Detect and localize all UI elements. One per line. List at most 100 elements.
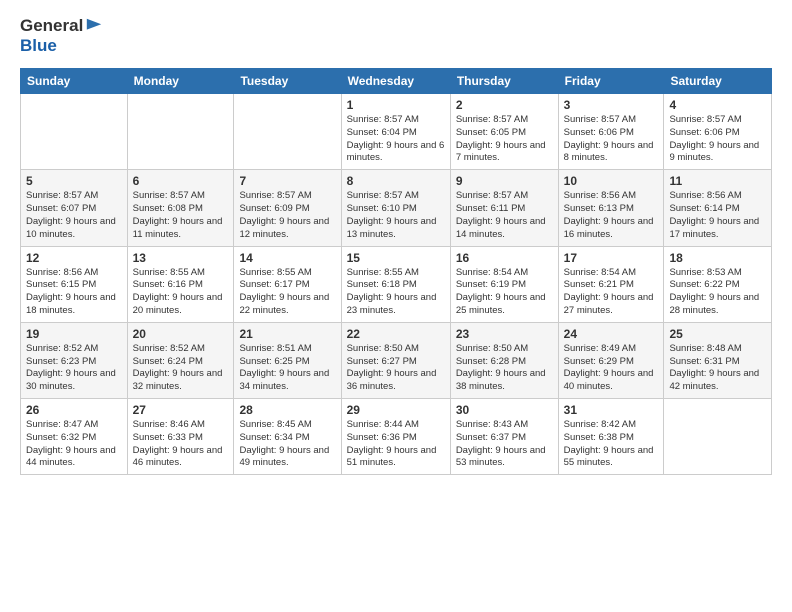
day-number: 4 [669, 98, 766, 112]
weekday-header: Sunday [21, 69, 128, 94]
day-info: Sunrise: 8:57 AM Sunset: 6:10 PM Dayligh… [347, 190, 445, 241]
day-number: 28 [239, 403, 335, 417]
calendar-cell: 13 Sunrise: 8:55 AM Sunset: 6:16 PM Dayli… [127, 246, 234, 322]
calendar-cell: 28 Sunrise: 8:45 AM Sunset: 6:34 PM Dayli… [234, 399, 341, 475]
calendar-cell: 16 Sunrise: 8:54 AM Sunset: 6:19 PM Dayli… [450, 246, 558, 322]
day-info: Sunrise: 8:47 AM Sunset: 6:32 PM Dayligh… [26, 419, 122, 470]
calendar-cell: 6 Sunrise: 8:57 AM Sunset: 6:08 PM Daylig… [127, 170, 234, 246]
day-number: 27 [133, 403, 229, 417]
calendar-cell: 4 Sunrise: 8:57 AM Sunset: 6:06 PM Daylig… [664, 94, 772, 170]
calendar-cell: 22 Sunrise: 8:50 AM Sunset: 6:27 PM Dayli… [341, 322, 450, 398]
day-info: Sunrise: 8:56 AM Sunset: 6:14 PM Dayligh… [669, 190, 766, 241]
day-number: 16 [456, 251, 553, 265]
day-info: Sunrise: 8:56 AM Sunset: 6:15 PM Dayligh… [26, 267, 122, 318]
calendar-cell: 20Sunrise: 8:52 AM Sunset: 6:24 PM Dayli… [127, 322, 234, 398]
day-number: 7 [239, 174, 335, 188]
calendar-cell [21, 94, 128, 170]
weekday-header: Saturday [664, 69, 772, 94]
calendar-cell: 17Sunrise: 8:54 AM Sunset: 6:21 PM Dayli… [558, 246, 664, 322]
day-number: 26 [26, 403, 122, 417]
day-number: 11 [669, 174, 766, 188]
day-info: Sunrise: 8:57 AM Sunset: 6:04 PM Dayligh… [347, 114, 445, 165]
calendar-cell: 15 Sunrise: 8:55 AM Sunset: 6:18 PM Dayli… [341, 246, 450, 322]
day-number: 12 [26, 251, 122, 265]
day-number: 29 [347, 403, 445, 417]
calendar-cell: 2 Sunrise: 8:57 AM Sunset: 6:05 PM Daylig… [450, 94, 558, 170]
calendar-week-row: 19 Sunrise: 8:52 AM Sunset: 6:23 PM Dayli… [21, 322, 772, 398]
calendar-table: SundayMondayTuesdayWednesdayThursdayFrid… [20, 68, 772, 475]
day-info: Sunrise: 8:57 AM Sunset: 6:08 PM Dayligh… [133, 190, 229, 241]
day-number: 17 [564, 251, 659, 265]
day-info: Sunrise: 8:55 AM Sunset: 6:17 PM Dayligh… [239, 267, 335, 318]
logo-blue-text: Blue [20, 36, 103, 56]
day-number: 13 [133, 251, 229, 265]
header: General Blue [20, 16, 772, 56]
calendar-cell: 7 Sunrise: 8:57 AM Sunset: 6:09 PM Daylig… [234, 170, 341, 246]
day-number: 6 [133, 174, 229, 188]
calendar-cell: 24 Sunrise: 8:49 AM Sunset: 6:29 PM Dayli… [558, 322, 664, 398]
weekday-header: Friday [558, 69, 664, 94]
day-number: 9 [456, 174, 553, 188]
calendar-cell: 23 Sunrise: 8:50 AM Sunset: 6:28 PM Dayli… [450, 322, 558, 398]
logo-general-text: General [20, 16, 83, 36]
day-info: Sunrise: 8:50 AM Sunset: 6:28 PM Dayligh… [456, 343, 553, 394]
calendar-cell: 5 Sunrise: 8:57 AM Sunset: 6:07 PM Daylig… [21, 170, 128, 246]
day-number: 1 [347, 98, 445, 112]
day-info: Sunrise: 8:42 AM Sunset: 6:38 PM Dayligh… [564, 419, 659, 470]
day-info: Sunrise: 8:52 AM Sunset: 6:24 PM Dayligh… [133, 343, 229, 394]
day-number: 21 [239, 327, 335, 341]
calendar-cell: 29 Sunrise: 8:44 AM Sunset: 6:36 PM Dayli… [341, 399, 450, 475]
day-number: 14 [239, 251, 335, 265]
weekday-header: Wednesday [341, 69, 450, 94]
weekday-header: Monday [127, 69, 234, 94]
day-number: 24 [564, 327, 659, 341]
day-info: Sunrise: 8:49 AM Sunset: 6:29 PM Dayligh… [564, 343, 659, 394]
calendar-cell: 14 Sunrise: 8:55 AM Sunset: 6:17 PM Dayli… [234, 246, 341, 322]
day-info: Sunrise: 8:57 AM Sunset: 6:05 PM Dayligh… [456, 114, 553, 165]
day-number: 23 [456, 327, 553, 341]
day-info: Sunrise: 8:57 AM Sunset: 6:06 PM Dayligh… [564, 114, 659, 165]
day-number: 25 [669, 327, 766, 341]
day-info: Sunrise: 8:55 AM Sunset: 6:16 PM Dayligh… [133, 267, 229, 318]
calendar-week-row: 26 Sunrise: 8:47 AM Sunset: 6:32 PM Dayli… [21, 399, 772, 475]
weekday-header: Tuesday [234, 69, 341, 94]
calendar-week-row: 1 Sunrise: 8:57 AM Sunset: 6:04 PM Daylig… [21, 94, 772, 170]
calendar-cell: 18Sunrise: 8:53 AM Sunset: 6:22 PM Dayli… [664, 246, 772, 322]
day-number: 30 [456, 403, 553, 417]
day-number: 8 [347, 174, 445, 188]
day-info: Sunrise: 8:57 AM Sunset: 6:07 PM Dayligh… [26, 190, 122, 241]
day-number: 2 [456, 98, 553, 112]
day-info: Sunrise: 8:54 AM Sunset: 6:19 PM Dayligh… [456, 267, 553, 318]
calendar-week-row: 12 Sunrise: 8:56 AM Sunset: 6:15 PM Dayli… [21, 246, 772, 322]
calendar-cell [234, 94, 341, 170]
day-info: Sunrise: 8:44 AM Sunset: 6:36 PM Dayligh… [347, 419, 445, 470]
day-info: Sunrise: 8:55 AM Sunset: 6:18 PM Dayligh… [347, 267, 445, 318]
day-info: Sunrise: 8:43 AM Sunset: 6:37 PM Dayligh… [456, 419, 553, 470]
calendar-cell [127, 94, 234, 170]
day-info: Sunrise: 8:52 AM Sunset: 6:23 PM Dayligh… [26, 343, 122, 394]
day-info: Sunrise: 8:46 AM Sunset: 6:33 PM Dayligh… [133, 419, 229, 470]
day-number: 5 [26, 174, 122, 188]
calendar-cell: 30 Sunrise: 8:43 AM Sunset: 6:37 PM Dayli… [450, 399, 558, 475]
day-number: 31 [564, 403, 659, 417]
calendar-cell: 11 Sunrise: 8:56 AM Sunset: 6:14 PM Dayli… [664, 170, 772, 246]
calendar-cell: 31 Sunrise: 8:42 AM Sunset: 6:38 PM Dayli… [558, 399, 664, 475]
day-info: Sunrise: 8:57 AM Sunset: 6:09 PM Dayligh… [239, 190, 335, 241]
day-number: 19 [26, 327, 122, 341]
weekday-header: Thursday [450, 69, 558, 94]
day-info: Sunrise: 8:50 AM Sunset: 6:27 PM Dayligh… [347, 343, 445, 394]
day-number: 22 [347, 327, 445, 341]
calendar-week-row: 5 Sunrise: 8:57 AM Sunset: 6:07 PM Daylig… [21, 170, 772, 246]
day-number: 10 [564, 174, 659, 188]
day-info: Sunrise: 8:48 AM Sunset: 6:31 PM Dayligh… [669, 343, 766, 394]
calendar-cell [664, 399, 772, 475]
calendar-cell: 9Sunrise: 8:57 AM Sunset: 6:11 PM Daylig… [450, 170, 558, 246]
day-number: 15 [347, 251, 445, 265]
day-info: Sunrise: 8:57 AM Sunset: 6:06 PM Dayligh… [669, 114, 766, 165]
day-info: Sunrise: 8:45 AM Sunset: 6:34 PM Dayligh… [239, 419, 335, 470]
day-number: 3 [564, 98, 659, 112]
day-info: Sunrise: 8:56 AM Sunset: 6:13 PM Dayligh… [564, 190, 659, 241]
calendar-cell: 19 Sunrise: 8:52 AM Sunset: 6:23 PM Dayli… [21, 322, 128, 398]
calendar-cell: 8 Sunrise: 8:57 AM Sunset: 6:10 PM Daylig… [341, 170, 450, 246]
calendar-cell: 10 Sunrise: 8:56 AM Sunset: 6:13 PM Dayli… [558, 170, 664, 246]
